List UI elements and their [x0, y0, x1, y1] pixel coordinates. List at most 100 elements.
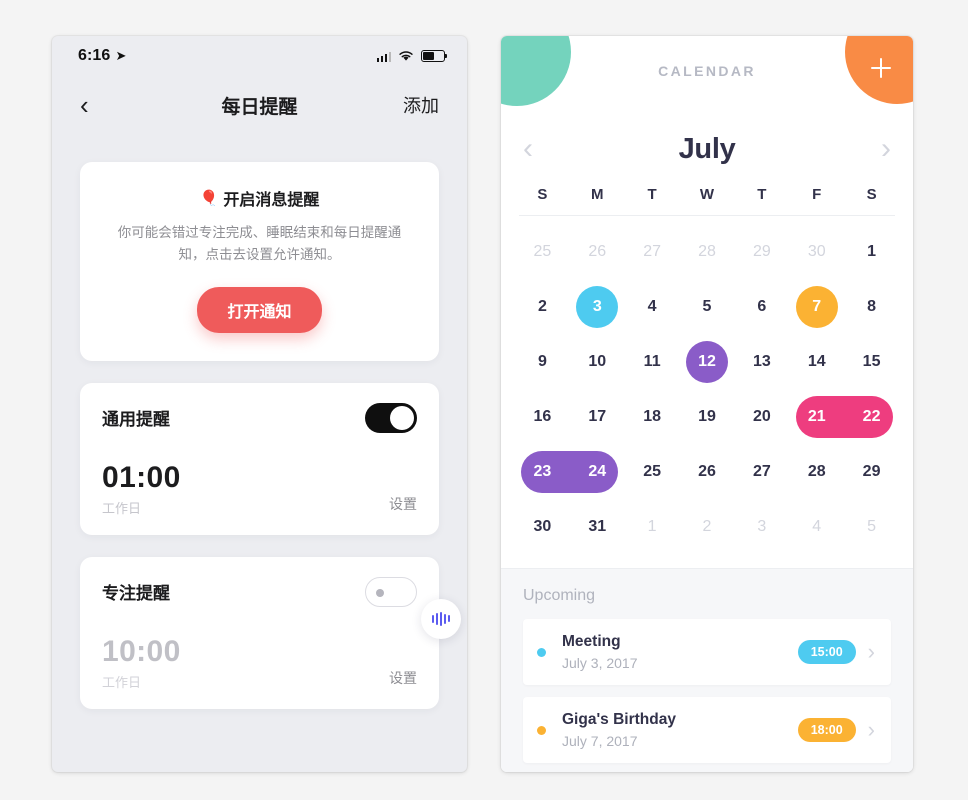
calendar-day-cell[interactable]: 2: [515, 279, 570, 334]
calendar-day-cell[interactable]: 1: [625, 499, 680, 554]
reminder-toggle-on[interactable]: [365, 402, 417, 433]
calendar-day-cell[interactable]: 28: [680, 224, 735, 279]
calendar-day-cell[interactable]: 26: [680, 444, 735, 499]
calendar-day-cell[interactable]: 5: [680, 279, 735, 334]
calendar-day-cell[interactable]: 5: [844, 499, 899, 554]
event-time-badge: 18:00: [797, 718, 856, 742]
day-number: 24: [588, 462, 607, 480]
day-number: 30: [807, 242, 826, 260]
calendar-day-cell[interactable]: 27: [734, 444, 789, 499]
calendar-day-cell[interactable]: 26: [570, 224, 625, 279]
weekday-header-row: SMTWTFS: [501, 180, 913, 215]
location-arrow-icon: ➤: [115, 48, 127, 63]
add-reminder-button[interactable]: 添加: [403, 92, 439, 118]
reminder-card-general: 通用提醒 01:00 工作日 设置: [80, 382, 439, 535]
upcoming-section: Upcoming Meeting July 3, 2017 15:00 › Giga's…: [501, 568, 913, 772]
calendar-day-cell[interactable]: 29: [734, 224, 789, 279]
calendar-day-cell[interactable]: 9: [515, 334, 570, 389]
calendar-day-cell[interactable]: 16: [515, 389, 570, 444]
calendar-day-cell[interactable]: 7: [789, 279, 844, 334]
calendar-day-cell[interactable]: 20: [734, 389, 789, 444]
toggle-knob: [390, 405, 414, 430]
calendar-day-cell[interactable]: 1: [844, 224, 899, 279]
calendar-day-cell[interactable]: 29: [844, 444, 899, 499]
calendar-day-cell[interactable]: 10: [570, 334, 625, 389]
calendar-day-cell[interactable]: 6: [734, 279, 789, 334]
reminder-detail-row: 01:00 工作日 设置: [102, 461, 417, 517]
day-number: 20: [752, 407, 771, 425]
calendar-day-cell[interactable]: 3: [570, 279, 625, 334]
day-number: 4: [812, 517, 822, 535]
calendar-day-cell[interactable]: 28: [789, 444, 844, 499]
calendar-day-cell[interactable]: 18: [625, 389, 680, 444]
weekday-label: T: [647, 186, 657, 203]
day-number: 3: [592, 297, 602, 315]
weekday-label: W: [699, 186, 715, 203]
audio-waveform-icon[interactable]: [421, 598, 461, 639]
day-number: 2: [537, 297, 547, 315]
open-notifications-button[interactable]: 打开通知: [197, 286, 322, 333]
balloon-icon: 🎈: [199, 190, 219, 207]
reminder-header-row: 专注提醒: [102, 576, 417, 607]
calendar-day-cell[interactable]: 3: [734, 499, 789, 554]
month-navigation: ‹ July ›: [501, 118, 913, 180]
event-color-dot: [537, 647, 546, 657]
calendar-day-cell[interactable]: 19: [680, 389, 735, 444]
calendar-day-cell[interactable]: 11: [625, 334, 680, 389]
chevron-right-icon[interactable]: ›: [868, 641, 875, 663]
reminder-settings-button[interactable]: 设置: [389, 494, 417, 517]
calendar-day-cell[interactable]: 25: [625, 444, 680, 499]
calendar-day-cell[interactable]: 25: [515, 224, 570, 279]
day-number: 14: [807, 352, 826, 370]
day-number: 11: [643, 352, 661, 370]
day-number: 3: [757, 517, 767, 535]
upcoming-event-row[interactable]: Meeting July 3, 2017 15:00 ›: [523, 619, 891, 685]
reminder-name: 通用提醒: [102, 410, 170, 430]
hamburger-menu-icon: [569, 104, 593, 124]
calendar-day-cell[interactable]: 24: [563, 444, 625, 499]
calendar-day-cell[interactable]: 31: [570, 499, 625, 554]
calendar-day-cell[interactable]: 27: [625, 224, 680, 279]
calendar-day-cell[interactable]: 8: [844, 279, 899, 334]
reminder-toggle-off[interactable]: [365, 576, 417, 607]
calendar-day-cell[interactable]: 2: [680, 499, 735, 554]
calendar-day-cell[interactable]: 22: [838, 389, 899, 444]
day-number: 10: [588, 352, 607, 370]
calendar-day-cell[interactable]: 13: [734, 334, 789, 389]
next-month-button[interactable]: ›: [881, 134, 891, 164]
calendar-day-cell[interactable]: 21: [789, 389, 851, 444]
reminder-time: 01:00: [102, 460, 181, 494]
calendar-day-cell[interactable]: 4: [625, 279, 680, 334]
status-time-text: 6:16: [78, 47, 111, 64]
calendar-day-cell[interactable]: 30: [515, 499, 570, 554]
enable-notifications-card: 🎈 开启消息提醒 你可能会错过专注完成、睡眠结束和每日提醒通知，点击去设置允许通…: [80, 162, 439, 361]
day-number: 27: [643, 242, 662, 260]
day-number: 28: [807, 462, 826, 480]
reminder-card-focus: 专注提醒 10:00 工作日 设置: [80, 556, 461, 709]
calendar-day-cell[interactable]: 17: [570, 389, 625, 444]
calendar-day-cell[interactable]: 4: [789, 499, 844, 554]
day-number: 12: [698, 352, 716, 370]
back-button[interactable]: ‹: [80, 92, 89, 118]
day-number: 9: [537, 352, 547, 370]
calendar-day-cell[interactable]: 14: [789, 334, 844, 389]
event-name: Giga's Birthday: [562, 711, 676, 728]
day-number: 18: [643, 407, 662, 425]
event-date: July 3, 2017: [562, 655, 638, 671]
calendar-day-cell[interactable]: 12: [680, 334, 735, 389]
chevron-right-icon[interactable]: ›: [868, 719, 875, 741]
calendar-day-cell[interactable]: 30: [789, 224, 844, 279]
calendar-day-cell[interactable]: 23: [515, 444, 576, 499]
day-number: 2: [702, 517, 712, 535]
day-number: 17: [588, 407, 607, 425]
upcoming-event-row[interactable]: Giga's Birthday July 7, 2017 18:00 ›: [523, 697, 891, 763]
calendar-header: CALENDAR: [501, 36, 913, 124]
prev-month-button[interactable]: ‹: [523, 134, 533, 164]
phone-left-daily-reminders: 6:16 ➤ ‹ 每日提醒 添加 🎈 开启消息提醒 你可能会错过专注完成、睡眠结…: [52, 36, 467, 772]
calendar-day-cell[interactable]: 15: [844, 334, 899, 389]
reminder-settings-button[interactable]: 设置: [389, 668, 417, 691]
upcoming-title: Upcoming: [523, 587, 596, 604]
reminder-detail-row: 10:00 工作日 设置: [102, 635, 417, 691]
reminder-time-group: 10:00 工作日: [102, 635, 181, 691]
day-number: 5: [702, 297, 712, 315]
